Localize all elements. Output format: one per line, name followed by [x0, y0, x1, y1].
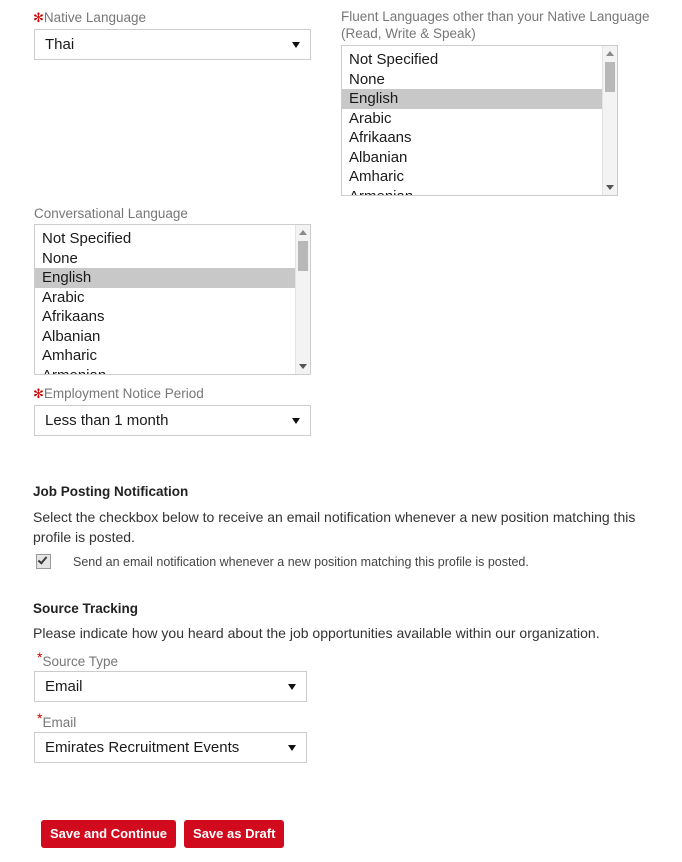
chevron-down-icon: [292, 41, 300, 48]
employment-notice-period-value: Less than 1 month: [45, 412, 169, 429]
chevron-down-icon: [292, 417, 300, 424]
required-asterisk-icon: *: [37, 709, 43, 726]
job-posting-notification-title: Job Posting Notification: [33, 484, 189, 499]
source-email-label: *Email: [37, 711, 77, 731]
list-item[interactable]: Armenian: [35, 366, 295, 375]
native-language-value: Thai: [45, 36, 75, 53]
conversational-language-options: Not Specified None English Arabic Afrika…: [35, 225, 295, 374]
source-tracking-description: Please indicate how you heard about the …: [33, 625, 600, 641]
list-item[interactable]: Albanian: [35, 327, 295, 347]
list-item[interactable]: Arabic: [342, 109, 602, 129]
source-type-label-text: Source Type: [42, 654, 119, 669]
list-item[interactable]: Amharic: [35, 346, 295, 366]
list-item[interactable]: None: [342, 70, 602, 90]
conversational-language-listbox[interactable]: Not Specified None English Arabic Afrika…: [34, 224, 311, 375]
form-actions: Save and Continue Save as Draft: [41, 820, 285, 848]
chevron-down-icon: [288, 683, 296, 690]
scroll-up-arrow-icon[interactable]: [299, 230, 307, 235]
list-item[interactable]: Amharic: [342, 167, 602, 187]
native-language-select[interactable]: Thai: [34, 29, 311, 60]
source-type-value: Email: [45, 678, 83, 695]
list-item[interactable]: Afrikaans: [35, 307, 295, 327]
scrollbar-thumb[interactable]: [298, 241, 308, 271]
list-item[interactable]: Not Specified: [35, 229, 295, 249]
chevron-down-icon: [288, 744, 296, 751]
scrollbar-thumb[interactable]: [605, 62, 615, 92]
fluent-languages-listbox[interactable]: Not Specified None English Arabic Afrika…: [341, 45, 618, 196]
employment-notice-period-select[interactable]: Less than 1 month: [34, 405, 311, 436]
conversational-language-scrollbar[interactable]: [295, 225, 310, 374]
save-and-continue-button[interactable]: Save and Continue: [41, 820, 177, 848]
employment-notice-period-label-text: Employment Notice Period: [43, 386, 204, 401]
fluent-languages-options: Not Specified None English Arabic Afrika…: [342, 46, 602, 195]
required-asterisk-icon: ✻: [33, 386, 44, 401]
source-type-label: *Source Type: [37, 650, 119, 670]
job-posting-notification-checkbox-row[interactable]: Send an email notification whenever a ne…: [36, 554, 529, 569]
list-item[interactable]: Afrikaans: [342, 128, 602, 148]
scroll-down-arrow-icon[interactable]: [299, 364, 307, 369]
job-posting-notification-description: Select the checkbox below to receive an …: [33, 509, 636, 545]
list-item[interactable]: Not Specified: [342, 50, 602, 70]
save-as-draft-button[interactable]: Save as Draft: [184, 820, 285, 848]
native-language-label-text: Native Language: [43, 10, 146, 25]
source-type-select[interactable]: Email: [34, 671, 307, 702]
source-tracking-title: Source Tracking: [33, 601, 139, 616]
native-language-label: ✻Native Language: [33, 9, 146, 26]
scroll-down-arrow-icon[interactable]: [606, 185, 614, 190]
list-item[interactable]: English: [35, 268, 295, 288]
list-item[interactable]: Albanian: [342, 148, 602, 168]
employment-notice-period-label: ✻Employment Notice Period: [33, 385, 204, 402]
list-item[interactable]: English: [342, 89, 602, 109]
fluent-languages-scrollbar[interactable]: [602, 46, 617, 195]
fluent-languages-label: Fluent Languages other than your Native …: [341, 9, 650, 41]
check-icon: [37, 554, 48, 565]
list-item[interactable]: None: [35, 249, 295, 269]
job-posting-notification-checkbox-label: Send an email notification whenever a ne…: [73, 554, 529, 569]
required-asterisk-icon: *: [37, 648, 43, 665]
source-email-label-text: Email: [42, 715, 77, 730]
source-email-select[interactable]: Emirates Recruitment Events: [34, 732, 307, 763]
list-item[interactable]: Arabic: [35, 288, 295, 308]
scroll-up-arrow-icon[interactable]: [606, 51, 614, 56]
list-item[interactable]: Armenian: [342, 187, 602, 196]
source-email-value: Emirates Recruitment Events: [45, 739, 240, 756]
job-posting-notification-checkbox[interactable]: [36, 554, 51, 569]
conversational-language-label: Conversational Language: [34, 206, 188, 221]
required-asterisk-icon: ✻: [33, 10, 44, 25]
